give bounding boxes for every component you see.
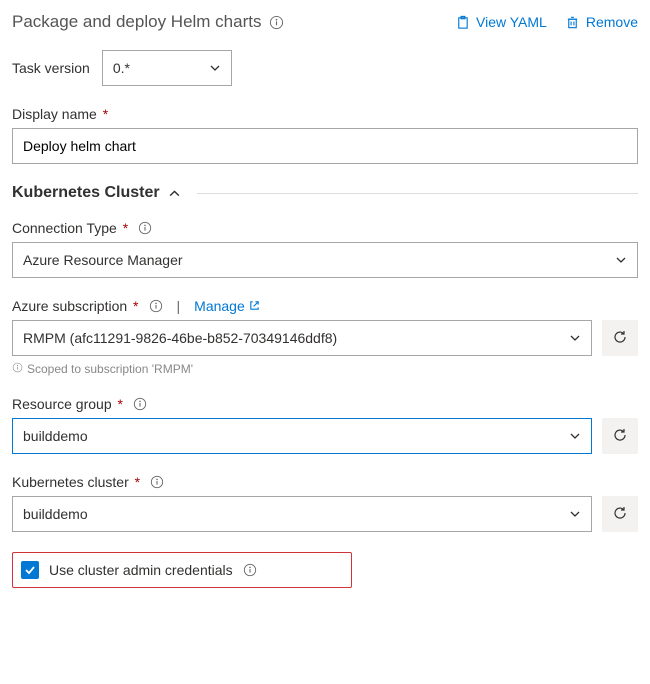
admin-credentials-row: Use cluster admin credentials [12, 552, 352, 588]
chevron-up-icon [168, 187, 181, 200]
connection-type-select[interactable]: Azure Resource Manager [12, 242, 638, 278]
chevron-down-icon [615, 254, 627, 266]
refresh-button[interactable] [602, 320, 638, 356]
clipboard-icon [455, 15, 470, 30]
info-icon[interactable] [243, 563, 257, 577]
admin-credentials-label: Use cluster admin credentials [49, 562, 233, 578]
manage-label: Manage [194, 298, 245, 314]
azure-subscription-value: RMPM (afc11291-9826-46be-b852-70349146dd… [23, 330, 337, 346]
connection-type-label: Connection Type * [12, 220, 638, 236]
section-title: Kubernetes Cluster [12, 184, 160, 202]
chevron-down-icon [569, 332, 581, 344]
remove-label: Remove [586, 14, 638, 30]
task-version-label: Task version [12, 60, 90, 76]
subscription-scope-hint: Scoped to subscription 'RMPM' [12, 362, 638, 376]
refresh-icon [612, 427, 628, 446]
info-icon[interactable] [150, 475, 164, 489]
connection-type-value: Azure Resource Manager [23, 252, 183, 268]
refresh-button[interactable] [602, 418, 638, 454]
refresh-icon [612, 329, 628, 348]
view-yaml-button[interactable]: View YAML [455, 14, 547, 30]
azure-subscription-select[interactable]: RMPM (afc11291-9826-46be-b852-70349146dd… [12, 320, 592, 356]
page-title-text: Package and deploy Helm charts [12, 12, 261, 32]
resource-group-label: Resource group * [12, 396, 638, 412]
azure-subscription-label: Azure subscription * | Manage [12, 298, 638, 314]
info-icon[interactable] [133, 397, 147, 411]
info-icon[interactable] [149, 299, 163, 313]
info-icon[interactable] [138, 221, 152, 235]
display-name-input[interactable] [12, 128, 638, 164]
kubernetes-cluster-label: Kubernetes cluster * [12, 474, 638, 490]
kubernetes-cluster-select[interactable]: builddemo [12, 496, 592, 532]
divider [197, 193, 638, 194]
admin-credentials-checkbox[interactable] [21, 561, 39, 579]
resource-group-value: builddemo [23, 428, 88, 444]
task-version-select[interactable]: 0.* [102, 50, 232, 86]
display-name-label: Display name * [12, 106, 638, 122]
info-icon[interactable] [269, 15, 284, 30]
kubernetes-cluster-value: builddemo [23, 506, 88, 522]
refresh-button[interactable] [602, 496, 638, 532]
info-icon [12, 362, 23, 376]
trash-icon [565, 15, 580, 30]
resource-group-select[interactable]: builddemo [12, 418, 592, 454]
chevron-down-icon [569, 430, 581, 442]
chevron-down-icon [209, 62, 221, 74]
manage-link[interactable]: Manage [194, 298, 260, 314]
task-version-value: 0.* [113, 60, 130, 76]
page-title: Package and deploy Helm charts [12, 12, 284, 32]
separator: | [177, 298, 181, 314]
section-kubernetes-cluster[interactable]: Kubernetes Cluster [12, 184, 638, 202]
refresh-icon [612, 505, 628, 524]
chevron-down-icon [569, 508, 581, 520]
remove-button[interactable]: Remove [565, 14, 638, 30]
external-link-icon [249, 298, 260, 314]
view-yaml-label: View YAML [476, 14, 547, 30]
